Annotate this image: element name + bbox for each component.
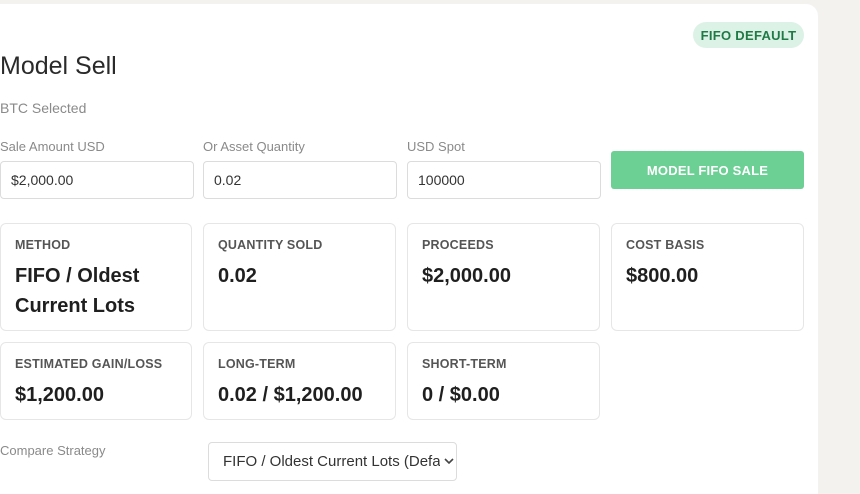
sale-amount-input[interactable] xyxy=(0,161,194,199)
chevron-down-icon xyxy=(442,455,456,469)
sale-amount-label: Sale Amount USD xyxy=(0,139,105,154)
model-sell-card: FIFO DEFAULT Model Sell BTC Selected Sal… xyxy=(0,4,818,494)
proceeds-stat-label: PROCEEDS xyxy=(422,238,494,252)
cost-basis-stat-label: COST BASIS xyxy=(626,238,705,252)
gain-loss-stat-value: $1,200.00 xyxy=(15,384,104,406)
model-fifo-sale-button[interactable]: MODEL FIFO SALE xyxy=(611,151,804,189)
fifo-default-badge: FIFO DEFAULT xyxy=(693,22,804,48)
long-term-stat-label: LONG-TERM xyxy=(218,357,296,371)
selected-asset-label: BTC Selected xyxy=(0,100,87,116)
compare-strategy-selected-value: FIFO / Oldest Current Lots (Default) xyxy=(223,453,441,470)
compare-strategy-label: Compare Strategy xyxy=(0,443,106,458)
asset-quantity-label: Or Asset Quantity xyxy=(203,139,305,154)
gain-loss-stat-label: ESTIMATED GAIN/LOSS xyxy=(15,357,163,371)
proceeds-stat-card: PROCEEDS $2,000.00 xyxy=(407,223,600,331)
asset-quantity-input[interactable] xyxy=(203,161,397,199)
proceeds-stat-value: $2,000.00 xyxy=(422,265,511,287)
long-term-stat-card: LONG-TERM 0.02 / $1,200.00 xyxy=(203,342,396,420)
method-stat-value: FIFO / Oldest Current Lots xyxy=(15,265,140,317)
long-term-stat-value: 0.02 / $1,200.00 xyxy=(218,384,363,406)
quantity-sold-stat-card: QUANTITY SOLD 0.02 xyxy=(203,223,396,331)
gain-loss-stat-card: ESTIMATED GAIN/LOSS $1,200.00 xyxy=(0,342,192,420)
usd-spot-label: USD Spot xyxy=(407,139,465,154)
short-term-stat-label: SHORT-TERM xyxy=(422,357,507,371)
short-term-stat-card: SHORT-TERM 0 / $0.00 xyxy=(407,342,600,420)
cost-basis-stat-value: $800.00 xyxy=(626,265,699,287)
short-term-stat-value: 0 / $0.00 xyxy=(422,384,500,406)
page-title: Model Sell xyxy=(0,52,117,80)
quantity-sold-stat-value: 0.02 xyxy=(218,265,257,287)
method-stat-label: METHOD xyxy=(15,238,71,252)
quantity-sold-stat-label: QUANTITY SOLD xyxy=(218,238,323,252)
cost-basis-stat-card: COST BASIS $800.00 xyxy=(611,223,804,331)
usd-spot-input[interactable] xyxy=(407,161,601,199)
method-stat-card: METHOD FIFO / Oldest Current Lots xyxy=(0,223,192,331)
compare-strategy-select[interactable]: FIFO / Oldest Current Lots (Default) xyxy=(208,442,457,481)
